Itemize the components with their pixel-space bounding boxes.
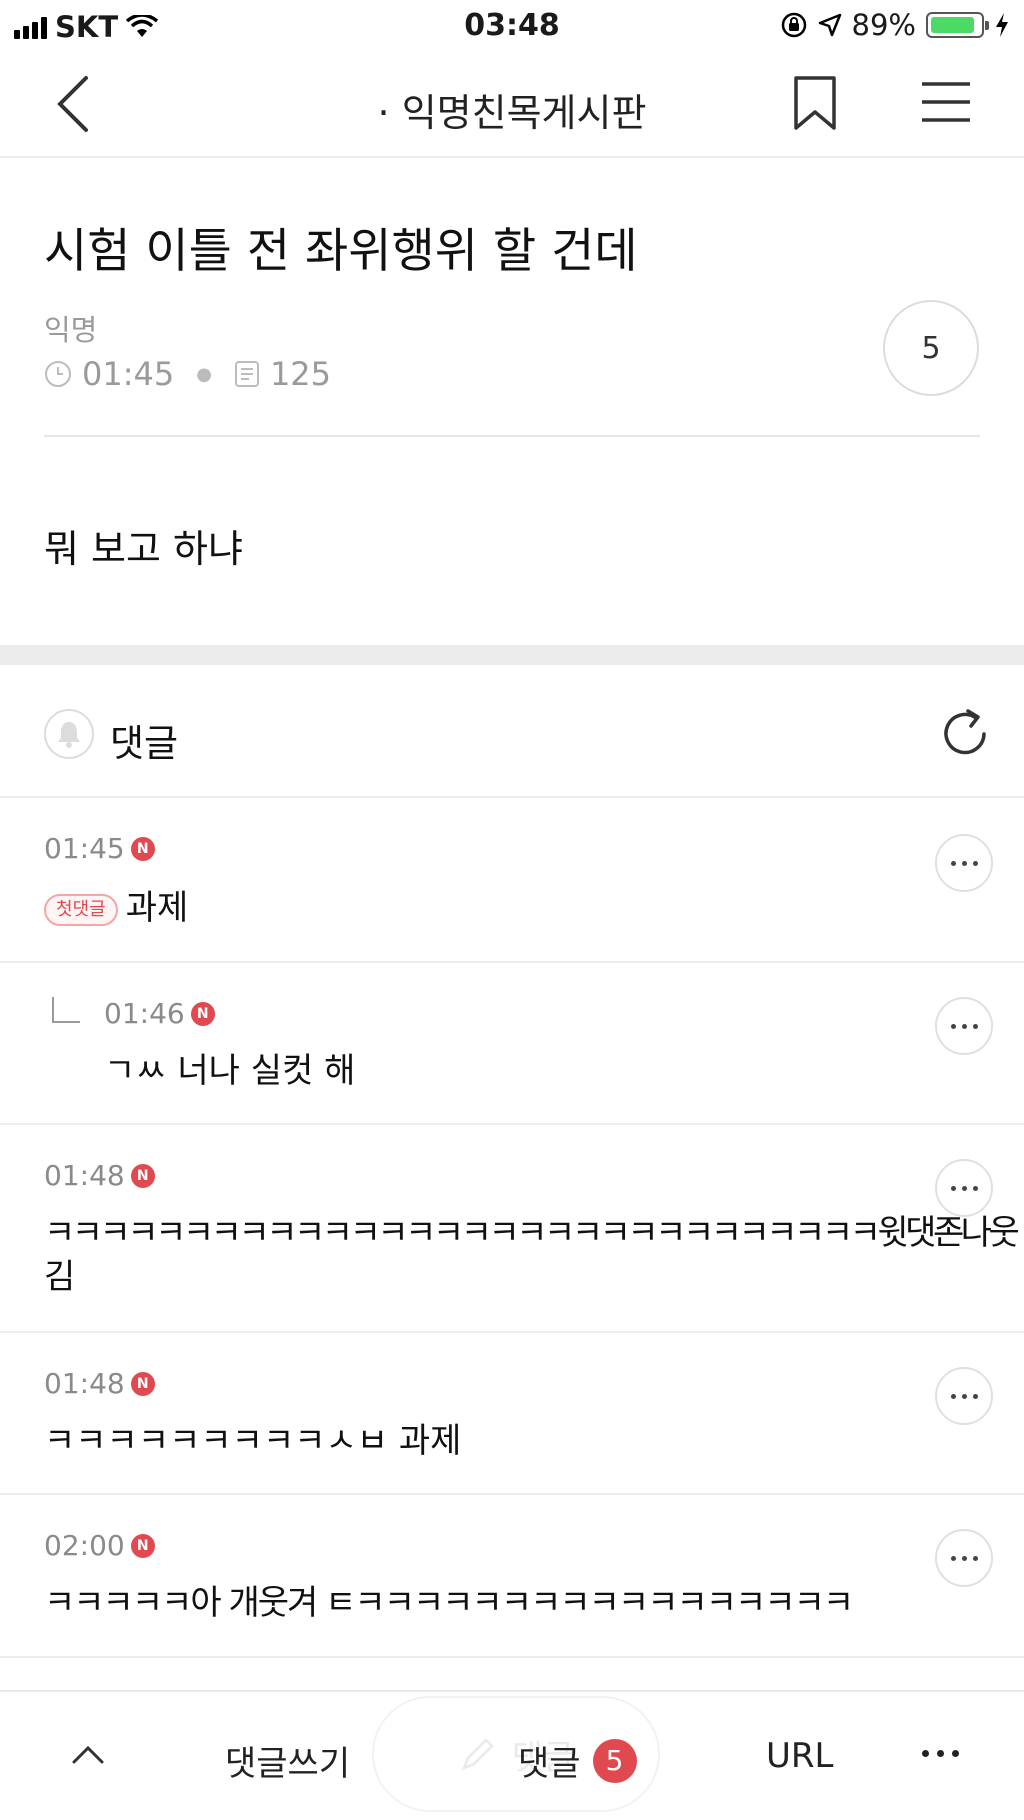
comments-count-badge: 5 xyxy=(592,1738,637,1783)
comment-text: ㄱㅆ 너나 실컷 해 xyxy=(104,1051,356,1091)
url-button[interactable]: URL xyxy=(766,1736,833,1776)
comment-item: 02:00 N ㅋㅋㅋㅋㅋ아 개웃겨 ㅌㅋㅋㅋㅋㅋㅋㅋㅋㅋㅋㅋㅋㅋㅋㅋㅋㅋ xyxy=(0,1495,1024,1658)
post-time: 01:45 xyxy=(82,355,175,393)
reply-arrow-icon xyxy=(52,997,80,1023)
post-views: 125 xyxy=(269,355,332,393)
nav-bar: · 익명친목게시판 xyxy=(0,52,1024,158)
scroll-top-icon[interactable] xyxy=(68,1734,108,1774)
battery-fill xyxy=(931,17,974,33)
comment-text-line2: 김 xyxy=(44,1257,76,1297)
comment-time: 01:46 xyxy=(104,997,185,1030)
comments-button[interactable]: 댓글 5 xyxy=(518,1736,637,1785)
new-badge: N xyxy=(130,1371,155,1396)
charging-icon xyxy=(996,13,1008,37)
comment-count-badge[interactable]: 5 xyxy=(883,300,979,396)
comment-meta: 01:48 N xyxy=(44,1159,155,1192)
comment-meta: 01:48 N xyxy=(44,1367,155,1400)
comment-time: 01:48 xyxy=(44,1367,125,1400)
comment-more-button[interactable] xyxy=(935,834,993,892)
post-title: 시험 이틀 전 좌위행위 할 건데 xyxy=(44,224,638,279)
comment-text: ㅋㅋㅋㅋㅋㅋㅋㅋㅋㅅㅂ 과제 xyxy=(44,1421,462,1461)
battery-icon xyxy=(926,12,989,38)
comments-title: 댓글 xyxy=(110,722,179,765)
comment-item: 01:48 N ㅋㅋㅋㅋㅋㅋㅋㅋㅋㅋㅋㅋㅋㅋㅋㅋㅋㅋㅋㅋㅋㅋㅋㅋㅋㅋㅋㅋㅋㅋ윗댓… xyxy=(0,1125,1024,1333)
board-title[interactable]: · 익명친목게시판 xyxy=(0,82,1024,137)
location-icon xyxy=(818,13,841,37)
new-badge: N xyxy=(190,1001,215,1026)
comment-item: 01:45 N 첫댓글 과제 xyxy=(0,798,1024,963)
comment-time: 02:00 xyxy=(44,1529,125,1562)
comment-more-button[interactable] xyxy=(935,1159,993,1217)
status-bar: SKT 03:48 89% xyxy=(0,0,1024,52)
refresh-icon[interactable] xyxy=(938,707,992,761)
status-right: 89% xyxy=(780,8,1010,42)
post-author: 익명 xyxy=(44,313,98,347)
comment-text: ㅋㅋㅋㅋㅋㅋㅋㅋㅋㅋㅋㅋㅋㅋㅋㅋㅋㅋㅋㅋㅋㅋㅋㅋㅋㅋㅋㅋㅋㅋ윗댓존나웃 xyxy=(44,1211,1020,1255)
comments-button-label: 댓글 xyxy=(518,1744,581,1784)
post-meta: 01:45 ● 125 xyxy=(44,355,331,393)
rotation-lock-icon xyxy=(781,12,806,38)
comment-more-button[interactable] xyxy=(935,997,993,1055)
pencil-icon xyxy=(461,1738,494,1771)
comment-item: 01:48 N ㅋㅋㅋㅋㅋㅋㅋㅋㅋㅅㅂ 과제 xyxy=(0,1333,1024,1495)
comment-time: 01:48 xyxy=(44,1159,125,1192)
comments-header: 댓글 xyxy=(0,665,1024,798)
bookmark-icon[interactable] xyxy=(792,74,838,132)
notification-bell-icon[interactable] xyxy=(44,709,94,759)
first-comment-tag: 첫댓글 xyxy=(44,893,118,926)
comment-more-button[interactable] xyxy=(935,1529,993,1587)
comment-text-row: 첫댓글 과제 xyxy=(44,886,188,930)
more-options-icon[interactable] xyxy=(918,1750,963,1757)
bottom-toolbar: 댓글 댓글쓰기 댓글 5 URL xyxy=(0,1690,1024,1820)
post-divider xyxy=(44,435,980,437)
new-badge: N xyxy=(130,1533,155,1558)
menu-icon[interactable] xyxy=(920,78,972,126)
clock-icon xyxy=(45,361,71,387)
comment-text-line1: ㅋㅋㅋㅋㅋㅋㅋㅋㅋㅋㅋㅋㅋㅋㅋㅋㅋㅋㅋㅋㅋㅋㅋㅋㅋㅋㅋㅋㅋㅋ윗댓존나웃 xyxy=(44,1213,1020,1253)
comment-more-button[interactable] xyxy=(935,1367,993,1425)
views-icon xyxy=(234,361,259,387)
section-divider xyxy=(0,645,1024,665)
battery-percent: 89% xyxy=(851,8,916,42)
comment-meta: 02:00 N xyxy=(44,1529,155,1562)
post-body: 뭐 보고 하냐 xyxy=(44,527,243,571)
comment-meta: 01:45 N xyxy=(44,832,155,865)
write-comment-button[interactable]: 댓글쓰기 xyxy=(225,1736,350,1785)
new-badge: N xyxy=(130,1163,155,1188)
comment-text: ㅋㅋㅋㅋㅋ아 개웃겨 ㅌㅋㅋㅋㅋㅋㅋㅋㅋㅋㅋㅋㅋㅋㅋㅋㅋㅋ xyxy=(44,1583,854,1623)
comment-meta: 01:46 N xyxy=(104,997,215,1030)
new-badge: N xyxy=(130,836,155,861)
meta-separator: ● xyxy=(196,363,212,385)
comment-text: 과제 xyxy=(125,888,189,928)
comment-reply-item: 01:46 N ㄱㅆ 너나 실컷 해 xyxy=(0,963,1024,1125)
comment-time: 01:45 xyxy=(44,832,125,865)
